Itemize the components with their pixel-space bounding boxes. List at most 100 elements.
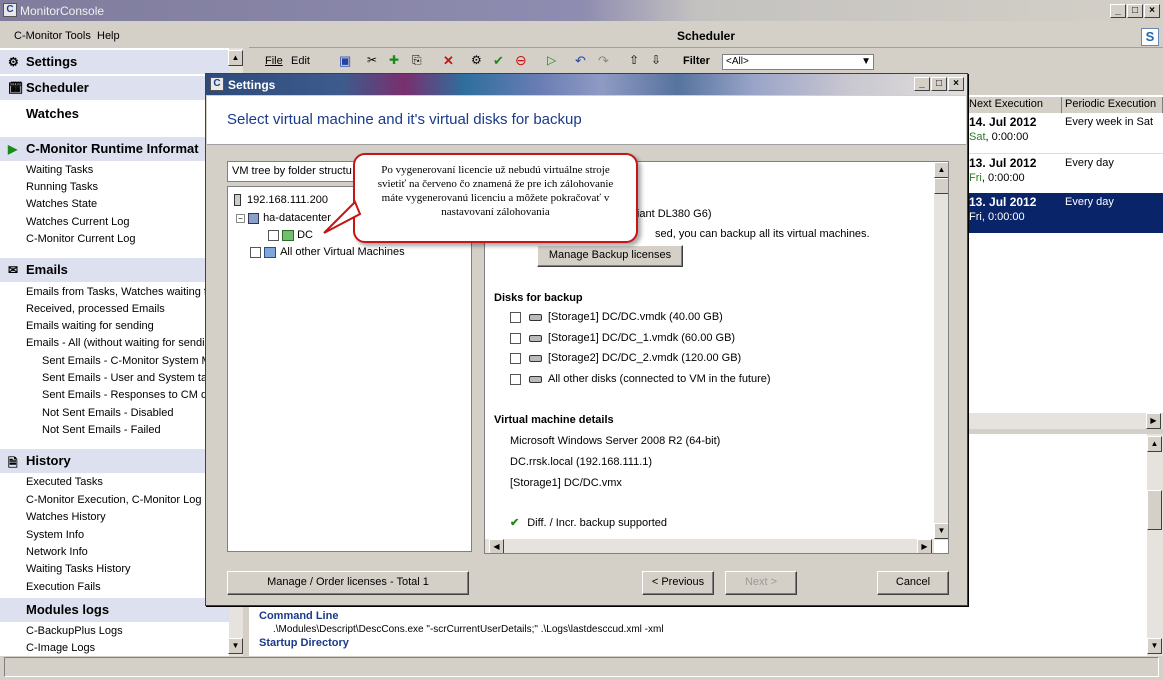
detail-vscrollbar[interactable] bbox=[934, 162, 948, 540]
column-header-next-execution[interactable]: Next Execution bbox=[966, 97, 1062, 113]
nav-settings[interactable]: ⚙ Settings bbox=[0, 50, 231, 74]
nav-watches-state[interactable]: Watches State bbox=[26, 198, 231, 210]
manage-order-licenses-button[interactable]: Manage / Order licenses - Total 1 bbox=[227, 571, 469, 595]
manage-backup-licenses-button[interactable]: Manage Backup licenses bbox=[537, 245, 683, 267]
table-row[interactable]: 14. Jul 2012 Sat, 0:00:00 Every week in … bbox=[966, 113, 1163, 153]
scroll-thumb[interactable] bbox=[934, 178, 948, 194]
nav-email-item[interactable]: Emails from Tasks, Watches waiting for bbox=[26, 286, 231, 298]
nav-history[interactable]: 🗎 History bbox=[0, 449, 231, 473]
nav-emails[interactable]: ✉ Emails bbox=[0, 258, 231, 282]
save-icon[interactable]: ▣ bbox=[339, 53, 351, 69]
delete-icon[interactable]: ✕ bbox=[443, 53, 454, 69]
command-line-value: .\Modules\Descript\DescCons.exe "-scrCur… bbox=[273, 624, 664, 635]
stop-icon[interactable]: ⊖ bbox=[515, 52, 527, 69]
redo-icon[interactable]: ↷ bbox=[598, 53, 609, 69]
dialog-close-icon[interactable]: × bbox=[948, 77, 964, 91]
other-vms-checkbox[interactable] bbox=[250, 246, 261, 258]
tree-node-vm-dc[interactable]: DC bbox=[268, 229, 313, 241]
disk-checkbox[interactable] bbox=[510, 311, 521, 323]
next-button[interactable]: Next > bbox=[725, 571, 797, 595]
nav-watches-current-log[interactable]: Watches Current Log bbox=[26, 216, 231, 228]
vm-config-path-text: [Storage1] DC/DC.vmx bbox=[510, 477, 622, 489]
nav-email-item[interactable]: Emails - All (without waiting for sendin… bbox=[26, 337, 231, 349]
disk-row[interactable]: [Storage1] DC/DC_1.vmdk (60.00 GB) bbox=[510, 332, 735, 344]
dialog-minimize-icon[interactable]: _ bbox=[914, 77, 930, 91]
disk-row[interactable]: All other disks (connected to VM in the … bbox=[510, 373, 771, 385]
vm-dc-checkbox[interactable] bbox=[268, 229, 279, 241]
filter-select[interactable]: <All> ▼ bbox=[722, 54, 874, 70]
scroll-up-icon[interactable]: ▲ bbox=[934, 162, 948, 178]
nav-waiting-tasks[interactable]: Waiting Tasks bbox=[26, 164, 231, 176]
nav-watches[interactable]: Watches bbox=[0, 102, 231, 126]
nav-running-tasks[interactable]: Running Tasks bbox=[26, 181, 231, 193]
expand-icon[interactable]: − bbox=[236, 213, 245, 223]
nav-email-sub-item[interactable]: Sent Emails - C-Monitor System Mes bbox=[42, 355, 231, 367]
disk-icon bbox=[529, 354, 542, 362]
settings-icon[interactable]: ⚙ bbox=[471, 53, 482, 67]
nav-history-item[interactable]: C-Monitor Execution, C-Monitor Log His bbox=[26, 494, 231, 506]
grid-hscrollbar[interactable] bbox=[966, 413, 1163, 429]
nav-history-item[interactable]: Watches History bbox=[26, 511, 231, 523]
cut-icon[interactable]: ✂ bbox=[367, 53, 377, 67]
tree-node-host[interactable]: 192.168.111.200 bbox=[234, 194, 328, 207]
scroll-right-icon[interactable]: ▶ bbox=[1146, 413, 1161, 429]
menu-cmonitor-tools[interactable]: C-Monitor Tools bbox=[14, 30, 91, 42]
column-header-periodic-execution[interactable]: Periodic Execution bbox=[1062, 97, 1163, 113]
chevron-down-icon[interactable]: ▼ bbox=[861, 56, 871, 67]
undo-icon[interactable]: ↶ bbox=[575, 53, 586, 69]
nav-module-log[interactable]: C-BackupPlus Logs bbox=[26, 625, 231, 637]
nav-runtime[interactable]: ▶ C-Monitor Runtime Informat bbox=[0, 137, 231, 161]
disk-checkbox[interactable] bbox=[510, 332, 521, 344]
nav-email-sub-item[interactable]: Sent Emails - Responses to CM que bbox=[42, 389, 231, 401]
nav-history-item[interactable]: Execution Fails bbox=[26, 581, 231, 593]
add-icon[interactable]: ✚ bbox=[389, 53, 399, 67]
run-icon[interactable]: ▷ bbox=[547, 53, 556, 67]
disk-row[interactable]: [Storage1] DC/DC.vmdk (40.00 GB) bbox=[510, 311, 723, 323]
nav-email-sub-item[interactable]: Not Sent Emails - Failed bbox=[42, 424, 231, 436]
menu-help[interactable]: Help bbox=[97, 30, 120, 42]
disk-checkbox[interactable] bbox=[510, 373, 521, 385]
copy-icon[interactable]: ⎘ bbox=[412, 53, 422, 68]
scroll-left-icon[interactable]: ◀ bbox=[489, 539, 504, 553]
table-row[interactable]: 13. Jul 2012 Fri, 0:00:00 Every day bbox=[966, 153, 1163, 193]
scroll-right-icon[interactable]: ▶ bbox=[917, 539, 932, 553]
toolbar-file[interactable]: File bbox=[265, 55, 283, 67]
dialog-maximize-icon[interactable]: □ bbox=[931, 77, 947, 91]
move-up-icon[interactable]: ⇧ bbox=[629, 53, 639, 67]
diff-backup-supported: ✔ Diff. / Incr. backup supported bbox=[510, 517, 668, 529]
disk-checkbox[interactable] bbox=[510, 352, 521, 364]
nav-email-sub-item[interactable]: Not Sent Emails - Disabled bbox=[42, 407, 231, 419]
nav-module-log[interactable]: C-Image Logs bbox=[26, 642, 231, 654]
disk-row[interactable]: [Storage2] DC/DC_2.vmdk (120.00 GB) bbox=[510, 352, 741, 364]
close-icon[interactable]: × bbox=[1144, 4, 1160, 18]
nav-history-item[interactable]: Waiting Tasks History bbox=[26, 563, 231, 575]
nav-history-item[interactable]: Network Info bbox=[26, 546, 231, 558]
minimize-icon[interactable]: _ bbox=[1110, 4, 1126, 18]
scroll-up-icon[interactable]: ▲ bbox=[1147, 436, 1162, 452]
table-row-selected[interactable]: 13. Jul 2012 Fri, 0:00:00 Every day bbox=[966, 193, 1163, 233]
nav-email-item[interactable]: Received, processed Emails bbox=[26, 303, 231, 315]
detail-scrollbar[interactable] bbox=[1147, 434, 1163, 656]
scroll-up-icon[interactable]: ▲ bbox=[228, 50, 243, 66]
maximize-icon[interactable]: □ bbox=[1127, 4, 1143, 18]
nav-history-item[interactable]: Executed Tasks bbox=[26, 476, 231, 488]
previous-button[interactable]: < Previous bbox=[642, 571, 714, 595]
detail-hscrollbar[interactable] bbox=[485, 539, 934, 553]
move-down-icon[interactable]: ⇩ bbox=[651, 53, 661, 67]
nav-scheduler[interactable]: 🗓 Scheduler bbox=[0, 76, 231, 100]
nav-email-item[interactable]: Emails waiting for sending bbox=[26, 320, 231, 332]
tree-node-datacenter[interactable]: − ha-datacenter bbox=[236, 212, 331, 224]
toolbar-edit[interactable]: Edit bbox=[291, 55, 310, 67]
tree-node-other-vms[interactable]: All other Virtual Machines bbox=[250, 246, 405, 258]
scroll-down-icon[interactable]: ▼ bbox=[228, 638, 243, 654]
nav-email-sub-item[interactable]: Sent Emails - User and System task bbox=[42, 372, 231, 384]
nav-cmonitor-current-log[interactable]: C-Monitor Current Log bbox=[26, 233, 231, 245]
annotation-callout: Po vygenerovaní licencie už nebudú virtu… bbox=[353, 153, 638, 243]
scroll-down-icon[interactable]: ▼ bbox=[1147, 638, 1162, 654]
nav-history-item[interactable]: System Info bbox=[26, 529, 231, 541]
scroll-down-icon[interactable]: ▼ bbox=[934, 523, 948, 539]
cancel-button[interactable]: Cancel bbox=[877, 571, 949, 595]
check-icon[interactable]: ✔ bbox=[493, 53, 504, 69]
scroll-thumb[interactable] bbox=[1147, 490, 1162, 530]
nav-modules-logs[interactable]: Modules logs bbox=[0, 598, 231, 622]
